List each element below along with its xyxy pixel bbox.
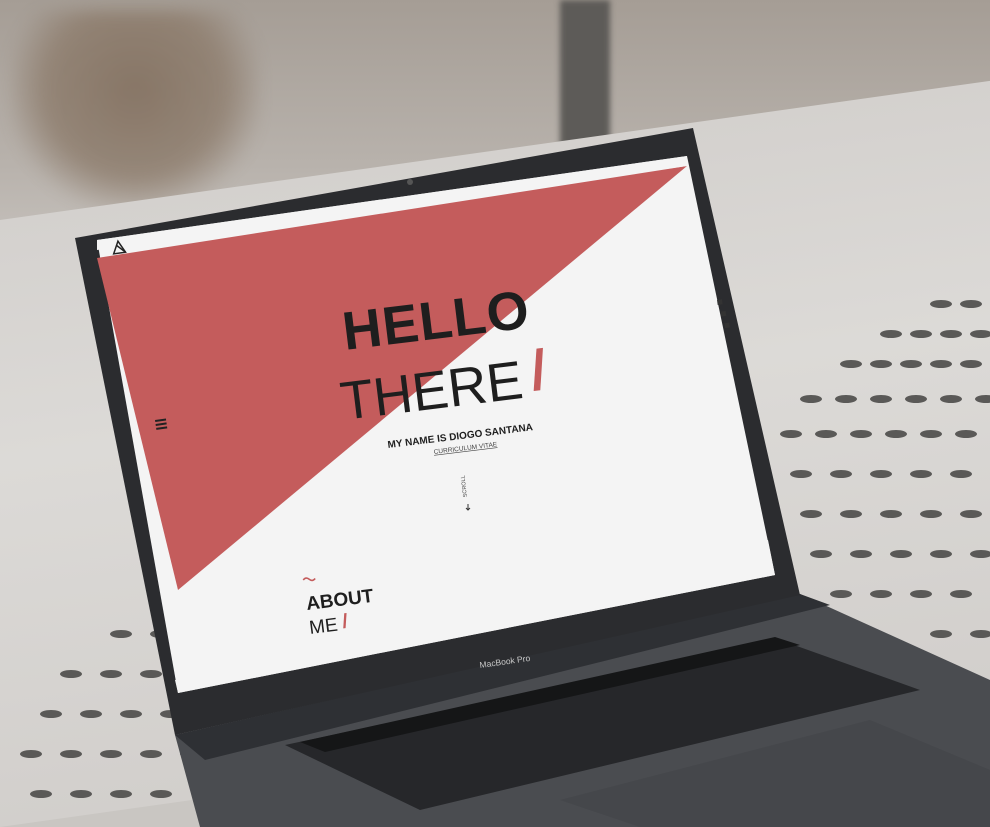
- scroll-label[interactable]: SCROLL: [460, 475, 469, 498]
- screen-overlay: HELLO THERE / MY NAME IS DIOGO SANTANA C…: [112, 239, 730, 670]
- mail-icon[interactable]: [724, 322, 730, 329]
- hero-title-line1: HELLO: [339, 279, 533, 361]
- menu-icon[interactable]: [155, 418, 168, 430]
- about-slash: /: [341, 610, 350, 633]
- about-squiggle: [302, 577, 316, 582]
- macbook-label: MacBook Pro: [479, 653, 531, 670]
- linkedin-icon[interactable]: [717, 299, 723, 305]
- hero-slash: /: [527, 337, 551, 401]
- about-title-line2: ME: [308, 615, 339, 639]
- logo-icon[interactable]: [112, 239, 127, 255]
- behance-icon[interactable]: [720, 310, 727, 317]
- arrow-down-icon[interactable]: [465, 504, 471, 511]
- hero-title-line2: THERE: [337, 350, 526, 432]
